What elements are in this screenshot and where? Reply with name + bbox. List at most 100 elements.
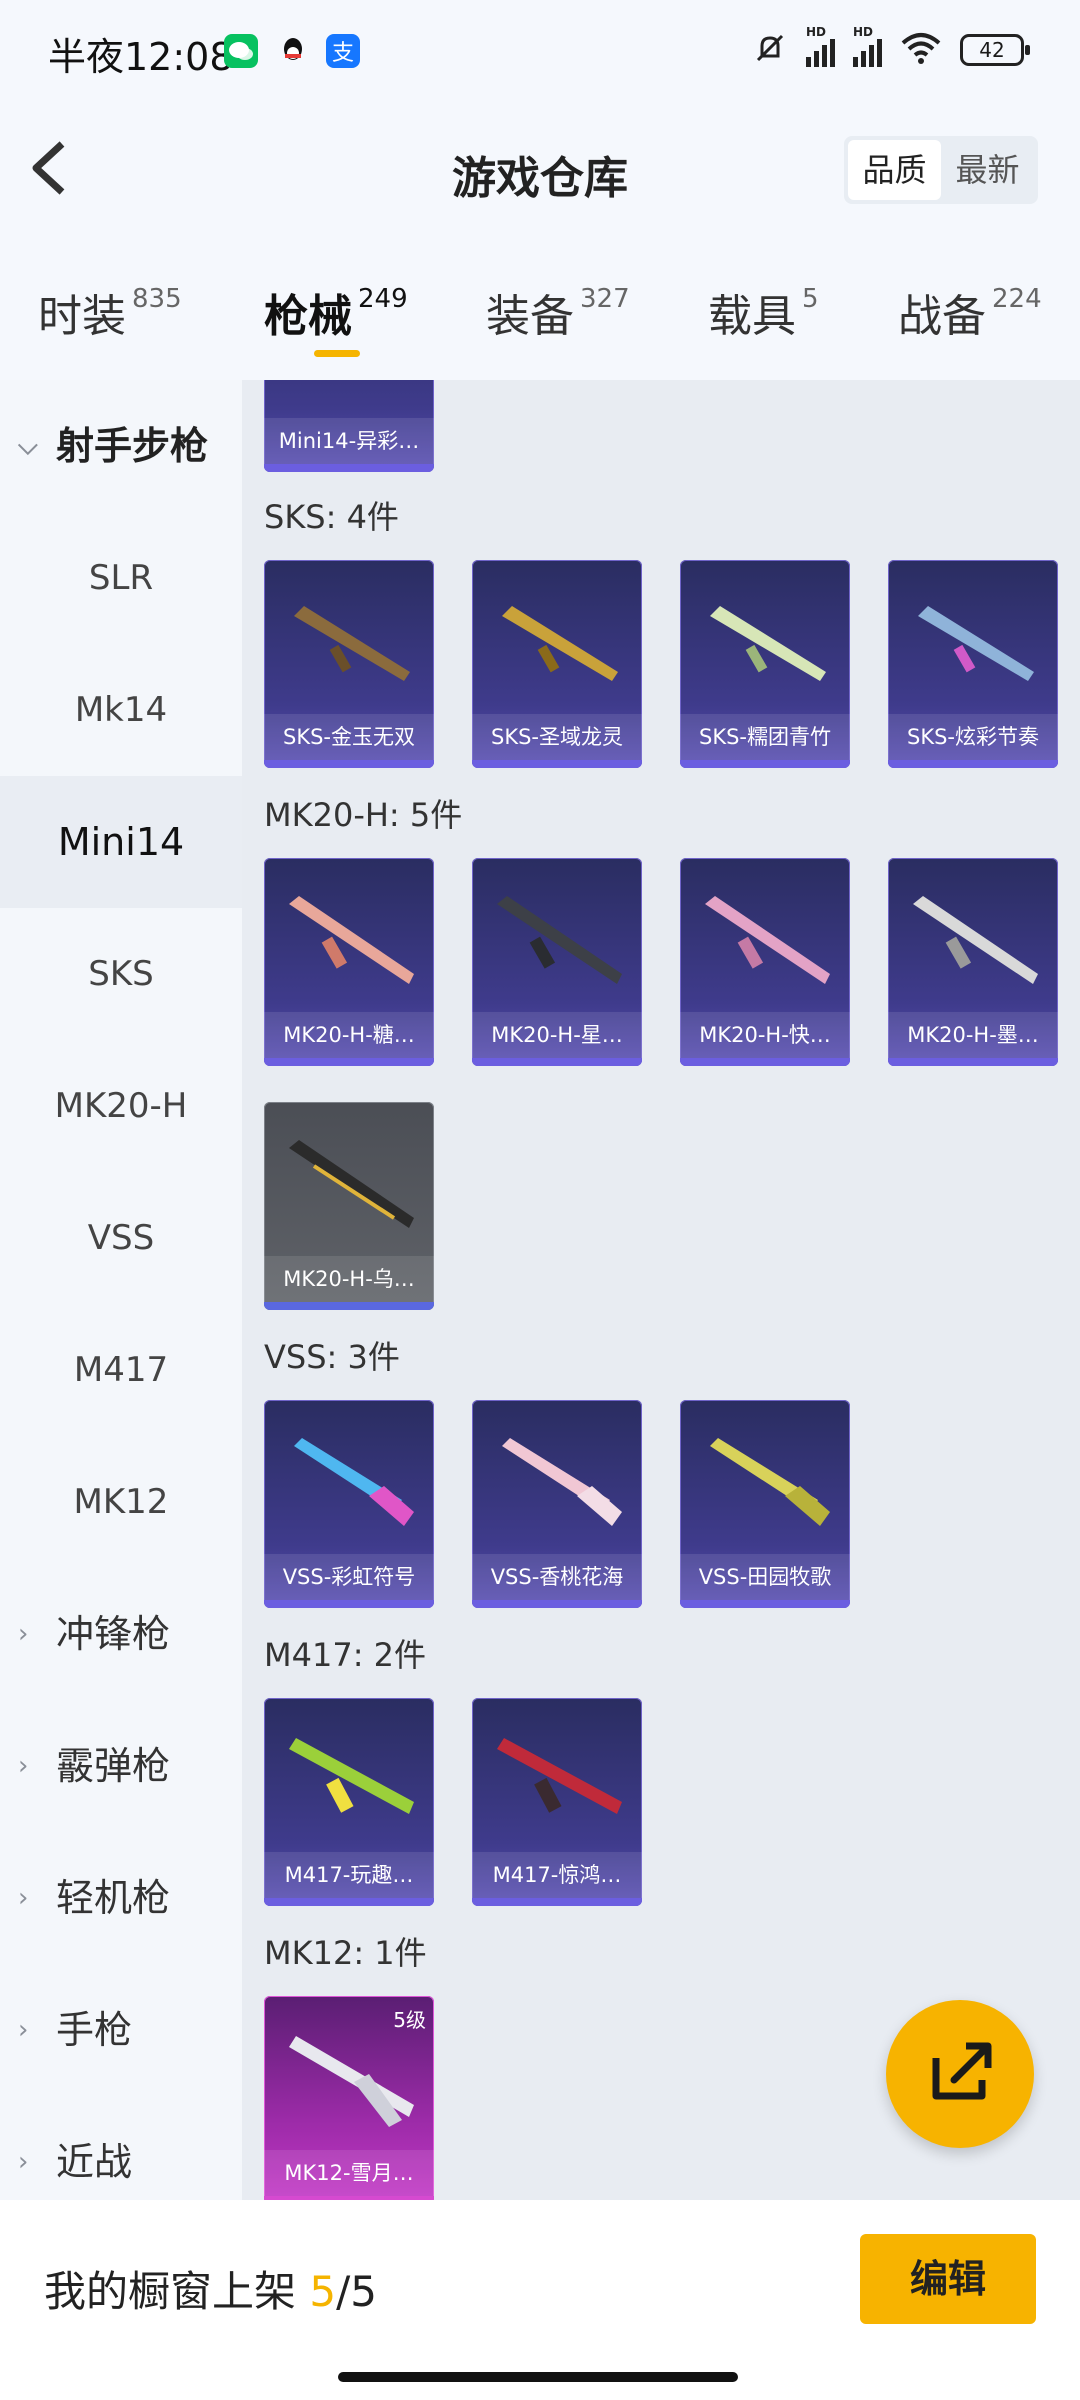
gun-skin-image xyxy=(289,1738,414,1814)
sidebar-item-m417[interactable]: M417 xyxy=(0,1304,242,1436)
sidebar-item-slr[interactable]: SLR xyxy=(0,512,242,644)
item-card[interactable]: SKS-圣域龙灵 xyxy=(472,560,642,768)
item-name: SKS-糯团青竹 xyxy=(680,714,850,760)
gun-skin-image xyxy=(705,896,830,984)
item-name: SKS-炫彩节奏 xyxy=(888,714,1058,760)
item-name: MK20-H-星… xyxy=(472,1012,642,1058)
sidebar-group-pistols[interactable]: › 手枪 xyxy=(0,1964,242,2096)
active-tab-indicator xyxy=(314,350,360,357)
item-card[interactable]: 5级 MK12-雪月… xyxy=(264,1996,434,2200)
tab-guns[interactable]: 枪械 249 xyxy=(264,280,408,344)
chevron-right-icon: › xyxy=(18,1883,29,1913)
sort-quality-option[interactable]: 品质 xyxy=(848,140,941,200)
gun-skin-image xyxy=(918,606,1034,681)
showcase-current-count: 5 xyxy=(309,2267,337,2316)
status-time: 半夜12:08 xyxy=(48,35,234,79)
tab-label: 枪械 xyxy=(264,291,352,342)
quality-bar xyxy=(264,1058,434,1066)
gun-skin-image xyxy=(497,896,622,984)
qq-icon xyxy=(276,34,310,68)
header: 游戏仓库 品质 最新 xyxy=(0,100,1080,240)
item-card[interactable]: SKS-金玉无双 xyxy=(264,560,434,768)
level-badge: 5级 xyxy=(393,2008,426,2032)
quality-bar xyxy=(680,1600,850,1608)
tab-count: 327 xyxy=(580,284,630,314)
edit-button[interactable]: 编辑 xyxy=(860,2234,1036,2324)
item-card[interactable]: SKS-糯团青竹 xyxy=(680,560,850,768)
gun-skin-image xyxy=(289,1140,414,1228)
item-name: M417-惊鸿… xyxy=(472,1852,642,1898)
share-button[interactable] xyxy=(886,2000,1034,2148)
quality-bar xyxy=(472,760,642,768)
section-title: MK12: 1件 xyxy=(264,1934,427,1972)
quality-bar xyxy=(472,1600,642,1608)
item-card[interactable]: MK20-H-乌… xyxy=(264,1102,434,1310)
item-card[interactable]: MK20-H-墨… xyxy=(888,858,1058,1066)
signal-icon: HD xyxy=(806,25,835,67)
gun-skin-image xyxy=(294,1438,414,1526)
sort-toggle: 品质 最新 xyxy=(844,136,1038,204)
tab-count: 835 xyxy=(132,284,182,314)
item-card[interactable]: M417-玩趣… xyxy=(264,1698,434,1906)
sidebar-item-mk12[interactable]: MK12 xyxy=(0,1436,242,1568)
item-card[interactable]: VSS-田园牧歌 xyxy=(680,1400,850,1608)
item-name: VSS-香桃花海 xyxy=(472,1554,642,1600)
signal-icon: HD xyxy=(853,25,882,67)
section-title: M417: 2件 xyxy=(264,1636,427,1674)
tab-fashion[interactable]: 时装 835 xyxy=(38,280,182,344)
category-tabs: 时装 835 枪械 249 装备 327 载具 5 战备 224 xyxy=(0,268,1080,368)
gun-skin-image xyxy=(913,896,1038,984)
item-card[interactable]: SKS-炫彩节奏 xyxy=(888,560,1058,768)
item-card[interactable]: MK20-H-糖… xyxy=(264,858,434,1066)
item-card[interactable]: M417-惊鸿… xyxy=(472,1698,642,1906)
tab-count: 224 xyxy=(992,284,1042,314)
gun-skin-image xyxy=(502,606,618,681)
sidebar-item-mini14[interactable]: Mini14 xyxy=(0,776,242,908)
sidebar-group-lmg[interactable]: › 轻机枪 xyxy=(0,1832,242,1964)
item-card[interactable]: Mini14-异彩… xyxy=(264,380,434,472)
chevron-right-icon: › xyxy=(18,1751,29,1781)
sidebar-item-vss[interactable]: VSS xyxy=(0,1172,242,1304)
wechat-icon xyxy=(224,34,258,68)
quality-bar xyxy=(264,464,434,472)
home-indicator[interactable] xyxy=(338,2372,738,2382)
tab-label: 时装 xyxy=(38,291,126,342)
sort-newest-option[interactable]: 最新 xyxy=(941,140,1034,200)
item-name: MK20-H-墨… xyxy=(888,1012,1058,1058)
sidebar-group-label: 冲锋枪 xyxy=(56,1612,171,1656)
sidebar-group-label: 霰弹枪 xyxy=(56,1744,171,1788)
item-name: M417-玩趣… xyxy=(264,1852,434,1898)
item-name: SKS-金玉无双 xyxy=(264,714,434,760)
item-card[interactable]: MK20-H-星… xyxy=(472,858,642,1066)
quality-bar xyxy=(264,1898,434,1906)
quality-bar xyxy=(264,1600,434,1608)
tab-supplies[interactable]: 战备 224 xyxy=(898,280,1042,344)
sidebar-group-label: 射手步枪 xyxy=(56,424,209,468)
battery-icon: 42 xyxy=(960,34,1030,66)
sidebar-group-shotguns[interactable]: › 霰弹枪 xyxy=(0,1700,242,1832)
item-card[interactable]: MK20-H-快… xyxy=(680,858,850,1066)
share-icon xyxy=(932,2042,992,2100)
showcase-status: 我的橱窗上架 5/5 xyxy=(44,2258,377,2319)
tab-vehicles[interactable]: 载具 5 xyxy=(708,280,819,344)
gun-skin-image xyxy=(502,1438,622,1526)
quality-bar xyxy=(264,1302,434,1310)
item-card[interactable]: VSS-彩虹符号 xyxy=(264,1400,434,1608)
item-card[interactable]: VSS-香桃花海 xyxy=(472,1400,642,1608)
sidebar-item-mk14[interactable]: Mk14 xyxy=(0,644,242,776)
quality-bar xyxy=(264,760,434,768)
sidebar-item-mk20h[interactable]: MK20-H xyxy=(0,1040,242,1172)
item-name: MK20-H-糖… xyxy=(264,1012,434,1058)
item-name: VSS-彩虹符号 xyxy=(264,1554,434,1600)
hd-badge: HD xyxy=(853,25,874,39)
quality-bar xyxy=(472,1058,642,1066)
tab-label: 装备 xyxy=(486,291,574,342)
tab-count: 249 xyxy=(358,284,408,314)
tab-equipment[interactable]: 装备 327 xyxy=(486,280,630,344)
sidebar-group-label: 轻机枪 xyxy=(56,1876,171,1920)
sidebar-item-sks[interactable]: SKS xyxy=(0,908,242,1040)
alipay-icon: 支 xyxy=(326,34,360,68)
sidebar-group-marksman-rifles[interactable]: ⌵ 射手步枪 xyxy=(0,380,242,512)
quality-bar xyxy=(888,1058,1058,1066)
sidebar-group-smg[interactable]: › 冲锋枪 xyxy=(0,1568,242,1700)
